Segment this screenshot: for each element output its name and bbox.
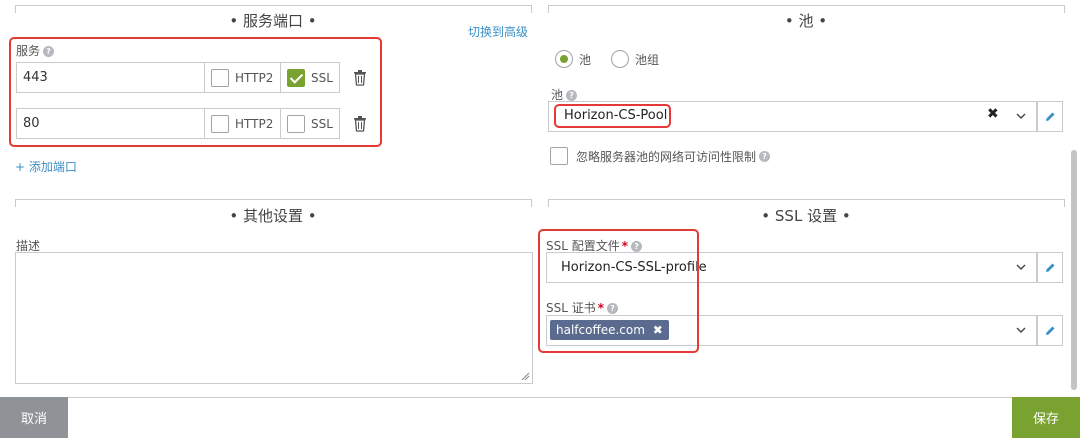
switch-advanced-link[interactable]: 切换到高级 [468,23,528,40]
service-ports-divider [15,5,532,13]
radio-icon[interactable] [611,50,629,68]
ssl-profile-edit-button[interactable] [1037,252,1063,283]
help-icon[interactable]: ? [566,90,578,101]
add-port-link[interactable]: + 添加端口 [15,158,77,175]
scrollbar[interactable] [1071,150,1077,390]
ssl-divider [548,199,1065,207]
pencil-icon [1046,112,1055,121]
annotation-box-pool [554,104,671,128]
cancel-button[interactable]: 取消 [0,397,68,438]
annotation-box-ports [9,37,382,147]
ssl-title: • SSL 设置 • [761,207,851,225]
pool-edit-button[interactable] [1037,101,1063,132]
chevron-down-icon[interactable] [1016,262,1026,272]
pool-divider [548,5,1065,13]
ignore-reachability-checkbox[interactable]: 忽略服务器池的网络可访问性限制 ? [550,147,771,165]
chevron-down-icon[interactable] [1016,111,1026,121]
radio-pool[interactable]: 池 [555,50,591,68]
ssl-cert-edit-button[interactable] [1037,315,1063,346]
other-title: • 其他设置 • [229,207,317,225]
checkbox-icon[interactable] [550,147,568,165]
other-divider [15,199,532,207]
radio-checked-icon[interactable] [555,50,573,68]
footer-bar [0,397,1080,438]
annotation-box-ssl [538,229,699,353]
pencil-icon [1046,326,1055,335]
description-textarea[interactable] [15,252,533,384]
service-ports-title: • 服务端口 • [229,12,317,30]
save-button[interactable]: 保存 [1012,397,1080,438]
help-icon[interactable]: ? [759,150,771,162]
chevron-down-icon[interactable] [1016,325,1026,335]
pencil-icon [1046,263,1055,272]
pool-title: • 池 • [784,12,828,30]
resize-handle-icon[interactable] [520,371,530,381]
radio-pool-group[interactable]: 池组 [611,50,659,68]
clear-icon[interactable]: ✖ [987,106,999,122]
